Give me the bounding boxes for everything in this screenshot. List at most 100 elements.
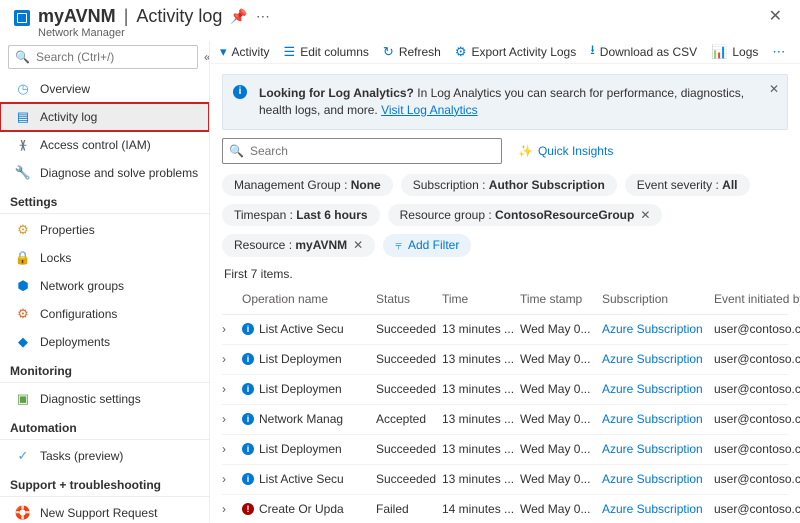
sidebar-item-overview[interactable]: ◷Overview	[0, 75, 209, 103]
sidebar-item-diagnose-and-solve-problems[interactable]: 🔧Diagnose and solve problems	[0, 159, 209, 187]
sidebar-item-locks[interactable]: 🔒Locks	[0, 244, 209, 272]
sidebar-item-tasks-preview-[interactable]: ✓Tasks (preview)	[0, 442, 209, 470]
table-row[interactable]: ›iList DeploymenSucceeded13 minutes ...W…	[222, 375, 788, 405]
refresh-icon: ↻	[383, 44, 394, 60]
refresh-button[interactable]: ↻Refresh	[383, 44, 441, 60]
expand-row-icon[interactable]: ›	[222, 442, 238, 456]
access-icon: ᚕ	[16, 138, 30, 152]
table-row[interactable]: ›iList DeploymenSucceeded13 minutes ...W…	[222, 435, 788, 465]
table-row[interactable]: ›iList Active SecuSucceeded13 minutes ..…	[222, 465, 788, 495]
download-csv-button[interactable]: ⭳Download as CSV	[590, 41, 697, 63]
col-operation[interactable]: Operation name	[242, 292, 372, 306]
cell-subscription[interactable]: Azure Subscription	[602, 502, 710, 516]
pill-label: Subscription : Author Subscription	[413, 178, 605, 192]
cell-operation: iNetwork Manag	[242, 412, 372, 426]
table-row[interactable]: ›iList Active SecuSucceeded13 minutes ..…	[222, 315, 788, 345]
table-row[interactable]: ›iList DeploymenSucceeded13 minutes ...W…	[222, 345, 788, 375]
sidebar-item-configurations[interactable]: ⚙Configurations	[0, 300, 209, 328]
banner-close-icon[interactable]: ✕	[769, 81, 779, 98]
sidebar-search-input[interactable]	[36, 50, 191, 64]
sidebar-item-label: Deployments	[40, 335, 110, 349]
filter-pill[interactable]: Timespan : Last 6 hours	[222, 204, 380, 226]
filter-pill[interactable]: Subscription : Author Subscription	[401, 174, 617, 196]
main-search-input[interactable]	[250, 144, 495, 158]
pill-remove-icon[interactable]: ✕	[353, 238, 363, 252]
deploy-icon: ◆	[16, 335, 30, 349]
cell-subscription[interactable]: Azure Subscription	[602, 472, 710, 486]
table-row[interactable]: ›!Create Or UpdaFailed14 minutes ...Wed …	[222, 495, 788, 522]
cell-subscription[interactable]: Azure Subscription	[602, 412, 710, 426]
filter-pill[interactable]: Event severity : All	[625, 174, 750, 196]
info-banner: i ✕ Looking for Log Analytics? In Log An…	[222, 74, 788, 130]
table-row[interactable]: ›iNetwork ManagAccepted13 minutes ...Wed…	[222, 405, 788, 435]
sidebar-item-properties[interactable]: ⚙Properties	[0, 216, 209, 244]
sidebar-item-access-control-iam-[interactable]: ᚕAccess control (IAM)	[0, 131, 209, 159]
sidebar-item-activity-log[interactable]: ▤Activity log	[0, 103, 209, 131]
command-bar: ▾Activity ☰Edit columns ↻Refresh ⚙Export…	[210, 41, 800, 64]
cell-timestamp: Wed May 0...	[520, 322, 598, 336]
sidebar-item-network-groups[interactable]: ⬢Network groups	[0, 272, 209, 300]
col-timestamp[interactable]: Time stamp	[520, 292, 598, 306]
gear-icon: ⚙	[455, 44, 467, 60]
expand-row-icon[interactable]: ›	[222, 352, 238, 366]
add-filter-button[interactable]: ⫧Add Filter	[383, 234, 471, 257]
sidebar-item-new-support-request[interactable]: 🛟New Support Request	[0, 499, 209, 522]
cell-time: 13 minutes ...	[442, 472, 516, 486]
edit-columns-button[interactable]: ☰Edit columns	[284, 44, 369, 60]
col-subscription[interactable]: Subscription	[602, 292, 710, 306]
sidebar-section-automation: Automation	[0, 413, 209, 440]
banner-link[interactable]: Visit Log Analytics	[381, 103, 478, 117]
sidebar-section-support-troubleshooting: Support + troubleshooting	[0, 470, 209, 497]
cell-initiated-by: user@contoso.com	[714, 412, 800, 426]
sidebar-search[interactable]: 🔍	[8, 45, 198, 69]
cell-timestamp: Wed May 0...	[520, 472, 598, 486]
col-status[interactable]: Status	[376, 292, 438, 306]
activity-table: Operation name Status Time Time stamp Su…	[210, 285, 800, 522]
cell-subscription[interactable]: Azure Subscription	[602, 322, 710, 336]
toolbar-overflow[interactable]: ⋯	[772, 44, 785, 60]
table-header: Operation name Status Time Time stamp Su…	[222, 285, 788, 315]
expand-row-icon[interactable]: ›	[222, 472, 238, 486]
filter-pill[interactable]: Resource : myAVNM✕	[222, 234, 375, 257]
cell-timestamp: Wed May 0...	[520, 442, 598, 456]
pill-remove-icon[interactable]: ✕	[640, 208, 650, 222]
logs-button[interactable]: 📊Logs	[711, 44, 758, 60]
sparkle-icon: ✨	[518, 144, 533, 158]
overview-icon: ◷	[16, 82, 30, 96]
close-icon[interactable]: ✕	[765, 6, 786, 26]
more-menu-icon[interactable]: ⋯	[256, 8, 271, 25]
download-label: Download as CSV	[600, 45, 697, 59]
expand-row-icon[interactable]: ›	[222, 412, 238, 426]
cell-timestamp: Wed May 0...	[520, 502, 598, 516]
sidebar: 🔍 « ◷Overview▤Activity logᚕAccess contro…	[0, 41, 210, 522]
expand-row-icon[interactable]: ›	[222, 322, 238, 336]
col-time[interactable]: Time	[442, 292, 516, 306]
cell-operation: iList Deploymen	[242, 442, 372, 456]
cell-subscription[interactable]: Azure Subscription	[602, 382, 710, 396]
main-search[interactable]: 🔍	[222, 138, 502, 164]
expand-row-icon[interactable]: ›	[222, 382, 238, 396]
activity-dropdown[interactable]: ▾Activity	[220, 44, 270, 60]
banner-heading: Looking for Log Analytics?	[259, 86, 414, 100]
cell-initiated-by: user@contoso.com	[714, 322, 800, 336]
cell-timestamp: Wed May 0...	[520, 412, 598, 426]
cell-operation: iList Active Secu	[242, 472, 372, 486]
cell-time: 13 minutes ...	[442, 322, 516, 336]
filter-pill[interactable]: Resource group : ContosoResourceGroup✕	[388, 204, 663, 226]
cell-subscription[interactable]: Azure Subscription	[602, 352, 710, 366]
expand-row-icon[interactable]: ›	[222, 502, 238, 516]
cell-status: Succeeded	[376, 352, 438, 366]
col-initiated-by[interactable]: Event initiated by	[714, 292, 800, 306]
cell-initiated-by: user@contoso.com	[714, 502, 800, 516]
sidebar-item-label: New Support Request	[40, 506, 157, 520]
cell-subscription[interactable]: Azure Subscription	[602, 442, 710, 456]
sidebar-item-diagnostic-settings[interactable]: ▣Diagnostic settings	[0, 385, 209, 413]
filter-pill[interactable]: Management Group : None	[222, 174, 393, 196]
status-icon: i	[242, 413, 254, 425]
quick-insights-label: Quick Insights	[538, 144, 613, 158]
sidebar-item-deployments[interactable]: ◆ Deployments	[0, 328, 209, 356]
quick-insights-link[interactable]: ✨ Quick Insights	[518, 144, 613, 158]
export-button[interactable]: ⚙Export Activity Logs	[455, 44, 576, 60]
pin-icon[interactable]: 📌	[230, 8, 247, 25]
cell-operation: iList Active Secu	[242, 322, 372, 336]
